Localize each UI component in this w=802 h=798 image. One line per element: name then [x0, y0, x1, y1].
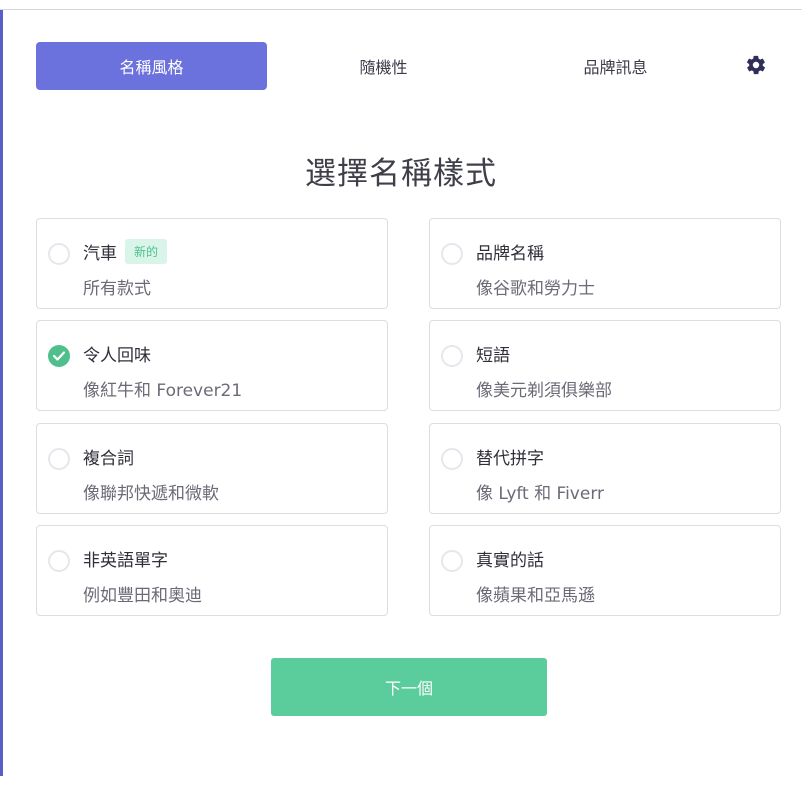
option-subtitle: 所有款式 [83, 279, 151, 299]
option-subtitle: 像紅牛和 Forever21 [83, 381, 243, 401]
option-card-alternate-spelling[interactable]: 替代拼字 像 Lyft 和 Fiverr [429, 423, 781, 514]
radio-button[interactable] [441, 345, 463, 367]
option-card-phrases[interactable]: 短語 像美元剃須俱樂部 [429, 320, 781, 411]
option-title: 替代拼字 [476, 449, 544, 469]
option-title: 複合詞 [83, 449, 134, 469]
radio-button[interactable] [48, 243, 70, 265]
option-subtitle: 像谷歌和勞力士 [476, 279, 595, 299]
radio-button[interactable] [48, 448, 70, 470]
check-icon [53, 351, 65, 361]
option-title: 非英語單字 [83, 551, 168, 571]
option-card-compound-words[interactable]: 複合詞 像聯邦快遞和微軟 [36, 423, 388, 514]
radio-button[interactable] [48, 550, 70, 572]
option-card-cars[interactable]: 汽車 新的 所有款式 [36, 218, 388, 309]
window-top-border [0, 9, 802, 10]
option-subtitle: 像美元剃須俱樂部 [476, 381, 612, 401]
page-title: 選擇名稱樣式 [305, 156, 497, 192]
new-badge: 新的 [125, 239, 168, 264]
tab-bar: 名稱風格 隨機性 品牌訊息 [36, 42, 782, 90]
option-title: 短語 [476, 346, 510, 366]
tab-brand-info[interactable]: 品牌訊息 [500, 42, 731, 90]
option-card-brand-name[interactable]: 品牌名稱 像谷歌和勞力士 [429, 218, 781, 309]
option-title: 品牌名稱 [476, 244, 544, 264]
option-title: 汽車 新的 [83, 239, 168, 264]
option-subtitle: 像 Lyft 和 Fiverr [476, 484, 604, 504]
radio-button[interactable] [441, 448, 463, 470]
option-title-text: 汽車 [83, 244, 117, 264]
option-card-real-words[interactable]: 真實的話 像蘋果和亞馬遜 [429, 525, 781, 616]
window-left-border [0, 10, 3, 776]
tab-randomness[interactable]: 隨機性 [268, 42, 499, 90]
option-subtitle: 像蘋果和亞馬遜 [476, 586, 595, 606]
option-subtitle: 像聯邦快遞和微軟 [83, 484, 219, 504]
tab-name-style[interactable]: 名稱風格 [36, 42, 267, 90]
option-subtitle: 例如豐田和奧迪 [83, 586, 202, 606]
option-card-non-english[interactable]: 非英語單字 例如豐田和奧迪 [36, 525, 388, 616]
option-card-evocative[interactable]: 令人回味 像紅牛和 Forever21 [36, 320, 388, 411]
option-title: 真實的話 [476, 551, 544, 571]
radio-button[interactable] [441, 243, 463, 265]
gear-icon[interactable] [744, 53, 768, 77]
radio-button[interactable] [441, 550, 463, 572]
option-title: 令人回味 [83, 346, 151, 366]
radio-button-checked[interactable] [48, 345, 70, 367]
next-button[interactable]: 下一個 [271, 658, 547, 716]
